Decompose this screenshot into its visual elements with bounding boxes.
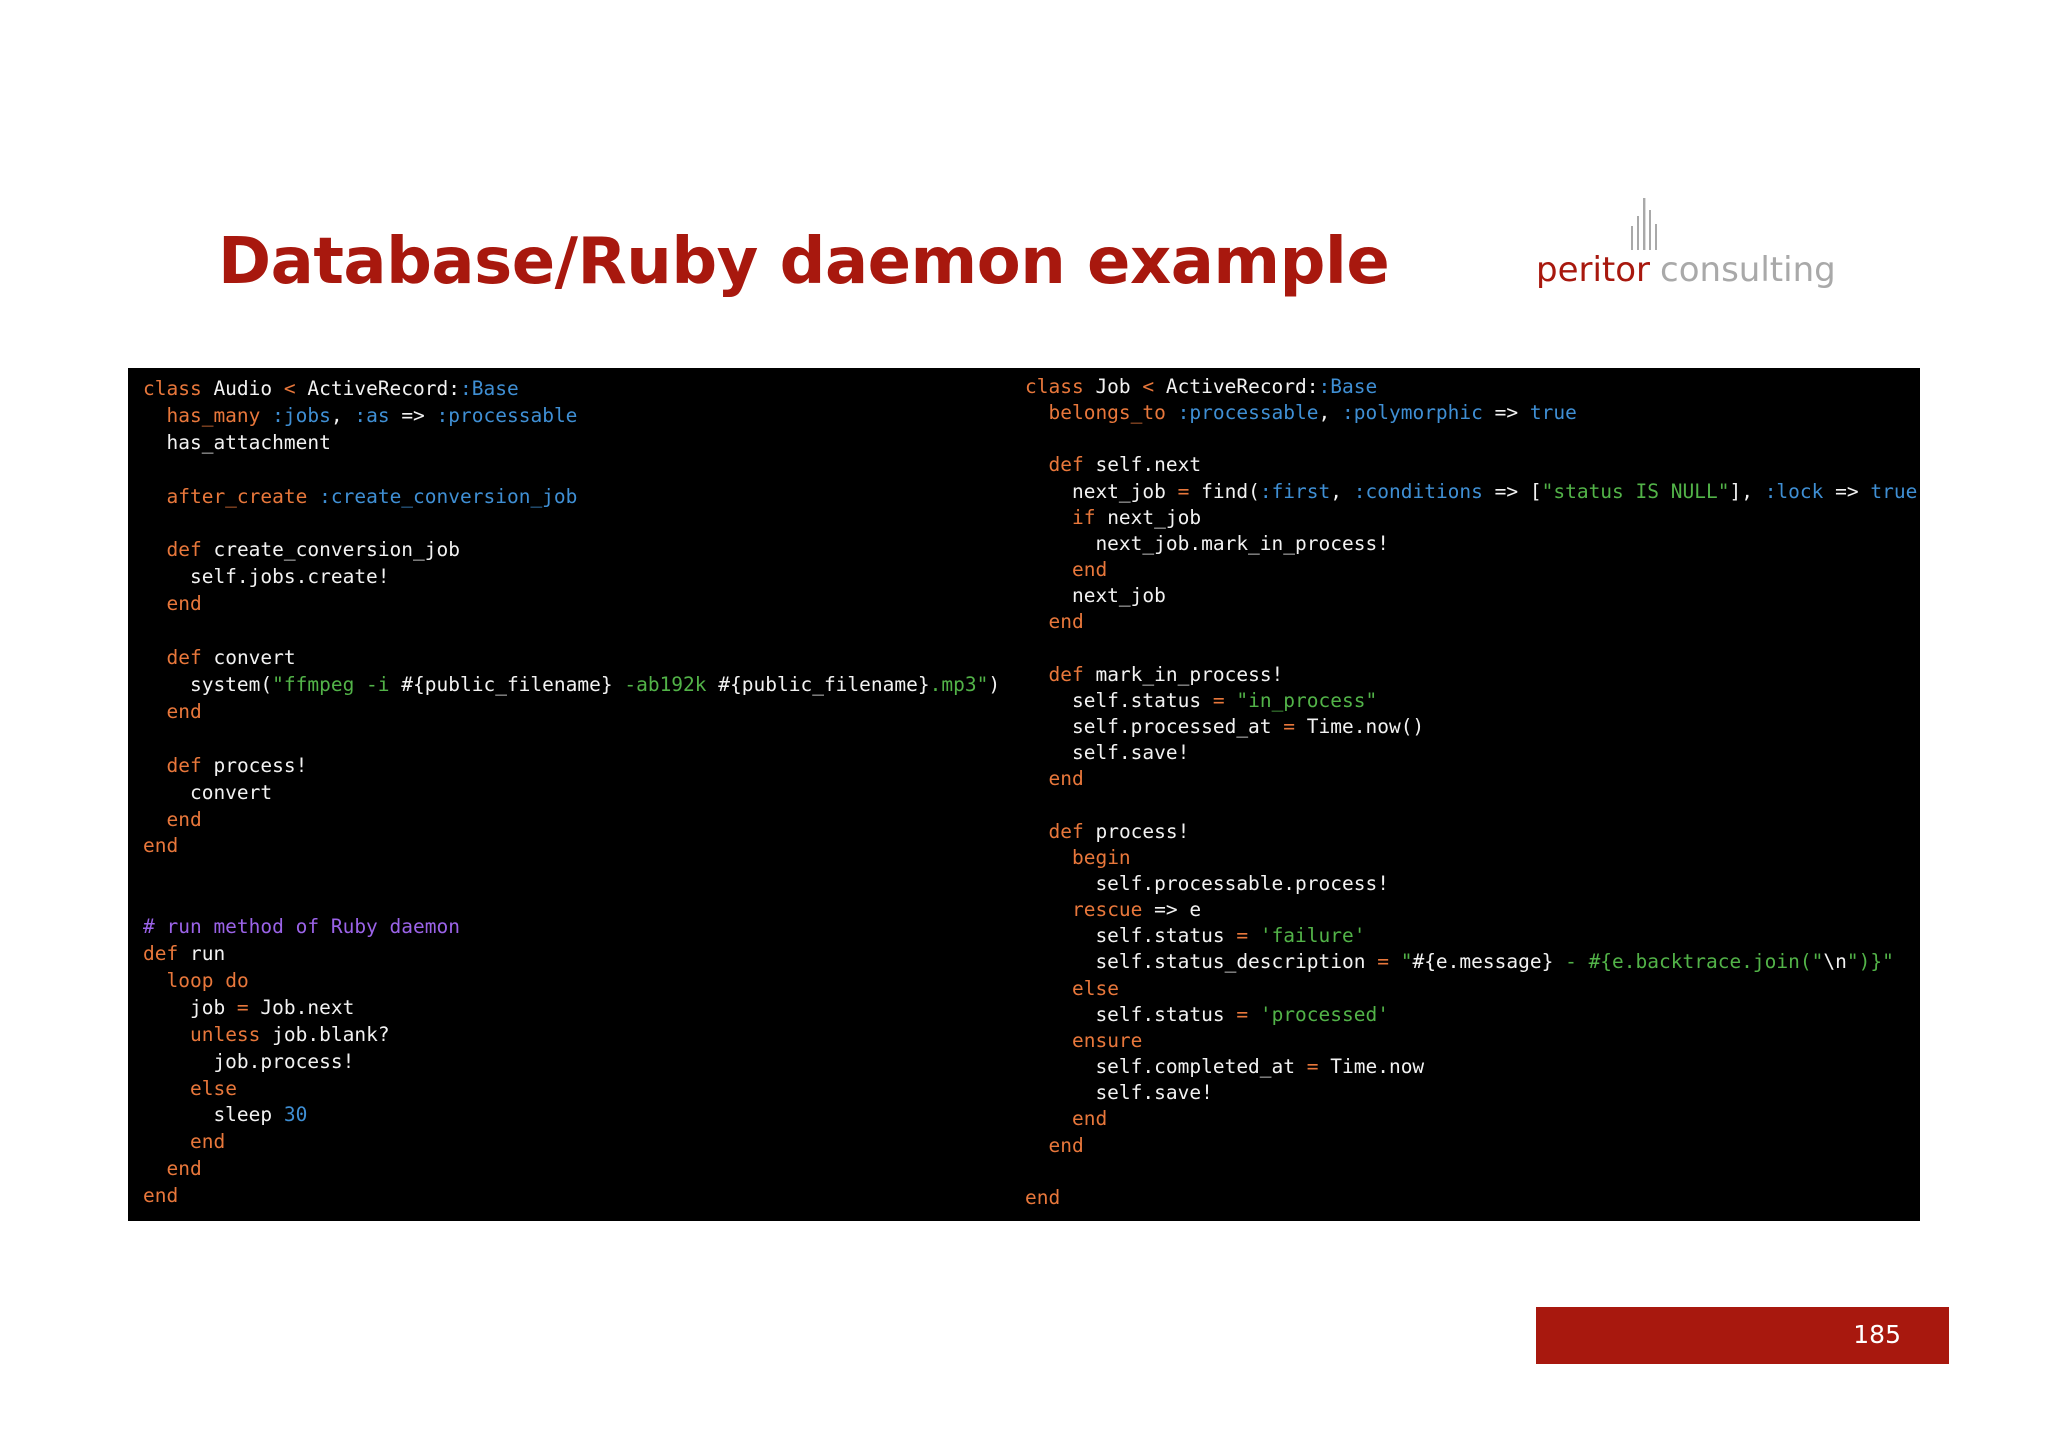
right-code-line: ​ xyxy=(1025,636,1920,662)
right-code-line: self.status_description = "#{e.message} … xyxy=(1025,950,1894,974)
right-code-line: self.processed_at = Time.now() xyxy=(1025,715,1425,739)
right-code-line: ensure xyxy=(1071,1028,1143,1052)
right-code-line: end xyxy=(1048,767,1084,791)
right-code-line: def process! xyxy=(1048,819,1190,843)
right-code-line: self.status = "in_process" xyxy=(1025,688,1378,712)
right-code-line: next_job.mark_in_process! xyxy=(1025,531,1389,555)
right-code-line: belongs_to :processable, :polymorphic =>… xyxy=(1048,401,1577,425)
left-code-line: sleep 30 xyxy=(143,1103,308,1127)
left-code-line: def process! xyxy=(166,753,308,777)
slide-title: Database/Ruby daemon example xyxy=(218,225,1390,299)
left-code-line: job = Job.next xyxy=(143,995,355,1019)
right-code-line: next_job xyxy=(1025,584,1166,608)
right-code-line: self.status = 'failure' xyxy=(1025,924,1366,948)
left-code-line: else xyxy=(189,1076,237,1100)
logo-wordmark: peritor consulting xyxy=(1536,248,1836,292)
right-code-line: self.save! xyxy=(1025,741,1190,765)
left-code-line: def create_conversion_job xyxy=(166,538,460,562)
left-code-line: # run method of Ruby daemon xyxy=(143,915,460,939)
left-code-line: self.jobs.create! xyxy=(143,565,390,589)
right-code-line: end xyxy=(1048,1133,1084,1157)
right-code-line: def mark_in_process! xyxy=(1048,662,1284,686)
left-code-line: has_many :jobs, :as => :processable xyxy=(166,403,578,427)
right-code-line: else xyxy=(1071,976,1119,1000)
page-number-box: 185 xyxy=(1536,1307,1949,1364)
job-class-code: class Job < ActiveRecord::Base belongs_t… xyxy=(1025,374,1920,1211)
left-code-line: after_create :create_conversion_job xyxy=(166,484,578,508)
right-code-line: self.processable.process! xyxy=(1025,871,1389,895)
right-code-line: end xyxy=(1071,1107,1108,1131)
left-code-line: loop do xyxy=(166,968,249,992)
right-code-line: ​ xyxy=(1025,793,1920,819)
left-code-line: unless job.blank? xyxy=(189,1022,390,1046)
left-code-line: end xyxy=(143,1184,179,1208)
peritor-consulting-logo: peritor consulting xyxy=(1536,196,1836,296)
left-code-line: ​ xyxy=(143,726,1000,753)
left-code-line: def run xyxy=(143,942,226,966)
logo-word-consulting: consulting xyxy=(1660,250,1836,290)
left-code-line: def convert xyxy=(166,646,296,670)
right-code-line: rescue => e xyxy=(1071,898,1202,922)
right-code-line: if next_job xyxy=(1071,505,1202,529)
right-code-line: ​ xyxy=(1025,1159,1920,1185)
right-code-line: def self.next xyxy=(1048,453,1202,477)
left-code-line: ​ xyxy=(143,457,1000,484)
left-code-line: ​ xyxy=(143,511,1000,538)
right-code-line: next_job = find(:first, :conditions => [… xyxy=(1025,479,1920,503)
left-code-line: convert xyxy=(143,780,273,804)
code-panel: class Audio < ActiveRecord::Base has_man… xyxy=(128,368,1920,1221)
right-code-line: self.status = 'processed' xyxy=(1025,1002,1389,1026)
left-code-line: has_attachment xyxy=(143,430,331,454)
right-code-line: self.completed_at = Time.now xyxy=(1025,1055,1425,1079)
left-code-line: job.process! xyxy=(143,1049,355,1073)
right-code-line: ​ xyxy=(1025,426,1920,452)
audio-class-code: class Audio < ActiveRecord::Base has_man… xyxy=(143,376,1000,1210)
bar-chart-logo-icon xyxy=(1631,198,1657,250)
left-code-line: end xyxy=(166,699,202,723)
right-code-line: class Job < ActiveRecord::Base xyxy=(1025,375,1378,398)
left-code-line: ​ xyxy=(143,618,1000,645)
logo-word-peritor: peritor xyxy=(1536,250,1651,290)
left-code-line: end xyxy=(166,592,202,616)
left-code-line: end xyxy=(143,834,179,858)
right-code-line: end xyxy=(1071,558,1108,582)
left-code-line: ​ xyxy=(143,860,1000,887)
page-number: 185 xyxy=(1853,1320,1901,1349)
right-code-line: self.save! xyxy=(1025,1081,1213,1105)
left-code-line: end xyxy=(166,1157,202,1181)
right-code-line: begin xyxy=(1071,845,1131,869)
left-code-line: system("ffmpeg -i #{public_filename} -ab… xyxy=(143,672,1001,696)
right-code-line: end xyxy=(1025,1185,1061,1209)
left-code-line: class Audio < ActiveRecord::Base xyxy=(143,377,519,400)
left-code-line: ​ xyxy=(143,887,1000,914)
left-code-line: end xyxy=(166,807,202,831)
right-code-line: end xyxy=(1048,610,1084,634)
left-code-line: end xyxy=(189,1130,226,1154)
